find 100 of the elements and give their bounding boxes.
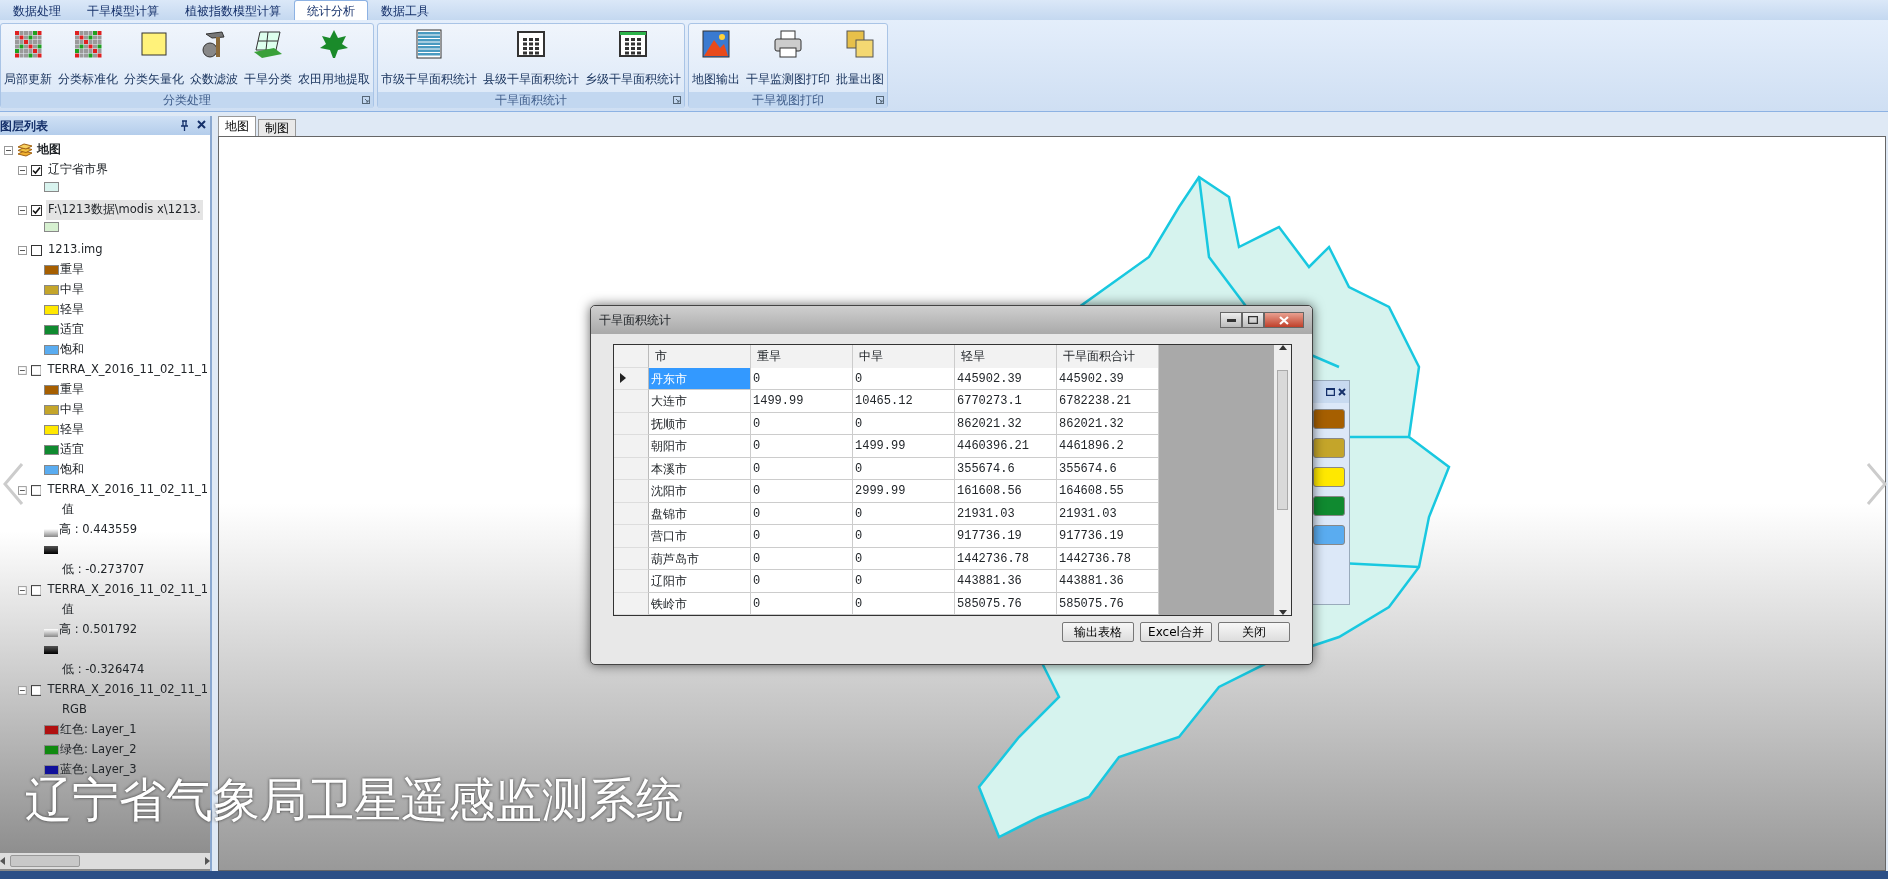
scroll-left-icon[interactable] [0, 857, 6, 865]
row-header[interactable] [614, 367, 649, 390]
table-cell: 1499.99 [853, 435, 955, 458]
ribbon-button[interactable]: 地图输出 [689, 24, 743, 92]
table-cell: 161608.56 [955, 480, 1057, 503]
ribbon-button[interactable]: 乡级干旱面积统计 [582, 24, 684, 92]
color-swatch-button[interactable] [1313, 496, 1345, 516]
legend-label: 低 : -0.273707 [62, 561, 145, 579]
ribbon-tab[interactable]: 数据工具 [368, 0, 442, 20]
checkbox[interactable] [31, 244, 42, 256]
checkbox[interactable] [30, 584, 42, 596]
view-tab[interactable]: 制图 [258, 119, 296, 136]
legend-label: 中旱 [60, 401, 84, 419]
scroll-thumb[interactable] [10, 855, 80, 867]
color-swatch-button[interactable] [1313, 409, 1345, 429]
layer-name[interactable]: TERRA_X_2016_11_02_11_1 [45, 360, 210, 380]
restore-button[interactable] [1242, 312, 1264, 328]
scroll-up-icon[interactable] [1278, 345, 1287, 350]
table-cell: 6782238.21 [1057, 390, 1159, 413]
collapse-icon[interactable] [18, 685, 27, 695]
grid-corner [614, 345, 649, 368]
collapse-icon[interactable] [18, 165, 27, 175]
column-header[interactable]: 中旱 [853, 345, 955, 368]
vertical-scrollbar[interactable] [1274, 345, 1291, 615]
color-swatch-button[interactable] [1313, 467, 1345, 487]
pixel-grid-icon[interactable] [12, 28, 44, 60]
table-cell: 917736.19 [1057, 525, 1159, 548]
picture-icon[interactable] [700, 28, 732, 60]
ramp-swatch [44, 528, 58, 537]
table-cell: 0 [751, 502, 853, 525]
collapse-icon[interactable] [18, 585, 27, 595]
column-header[interactable]: 重旱 [751, 345, 853, 368]
collapse-icon[interactable] [18, 205, 27, 215]
right-chevron-icon[interactable] [1866, 462, 1888, 506]
color-swatch-button[interactable] [1313, 438, 1345, 458]
minimize-button[interactable] [1220, 312, 1242, 328]
checkbox[interactable] [31, 164, 42, 176]
table-lines-icon[interactable] [413, 28, 445, 60]
table-icon[interactable] [617, 28, 649, 60]
close-icon[interactable] [1338, 388, 1346, 396]
color-swatch-button[interactable] [1313, 525, 1345, 545]
ribbon-button[interactable]: 县级干旱面积统计 [480, 24, 582, 92]
horizontal-scrollbar[interactable] [0, 853, 210, 869]
ribbon-tab[interactable]: 统计分析 [294, 0, 368, 20]
scroll-right-icon[interactable] [204, 857, 210, 865]
ribbon-button[interactable]: 干旱分类 [241, 24, 295, 92]
checkbox[interactable] [30, 484, 42, 496]
layer-name[interactable]: TERRA_X_2016_11_02_11_1 [45, 480, 210, 500]
table-cell: 164608.55 [1057, 480, 1159, 503]
layer-name[interactable]: 1213.img [46, 240, 105, 260]
table-cell: 585075.76 [955, 592, 1057, 615]
group-title: 干旱面积统计 [495, 92, 567, 109]
ribbon-button[interactable]: 农田用地提取 [295, 24, 373, 92]
dialog-button[interactable]: 关闭 [1218, 622, 1290, 642]
close-icon[interactable] [197, 120, 206, 129]
checkbox[interactable] [31, 204, 42, 216]
ribbon-button[interactable]: 分类矢量化 [121, 24, 187, 92]
column-header[interactable]: 轻旱 [955, 345, 1057, 368]
ribbon-button[interactable]: 市级干旱面积统计 [378, 24, 480, 92]
column-header[interactable]: 干旱面积合计 [1057, 345, 1159, 368]
ribbon-button[interactable]: 批量出图 [833, 24, 887, 92]
printer-icon[interactable] [772, 28, 804, 60]
ribbon-button[interactable]: 局部更新 [1, 24, 55, 92]
grid-tiles-icon[interactable] [252, 28, 284, 60]
pin-icon[interactable] [180, 120, 189, 131]
column-header[interactable]: 市 [649, 345, 751, 368]
ribbon-button[interactable]: 干旱监测图打印 [743, 24, 833, 92]
ribbon-button[interactable]: 分类标准化 [55, 24, 121, 92]
maximize-icon[interactable] [1326, 388, 1335, 396]
table-icon[interactable] [515, 28, 547, 60]
checkbox[interactable] [30, 364, 42, 376]
layer-name[interactable]: TERRA_X_2016_11_02_11_1 [45, 680, 210, 700]
dialog-launcher-icon[interactable] [673, 96, 681, 104]
collapse-icon[interactable] [4, 145, 13, 155]
tree-label[interactable]: 地图 [37, 141, 61, 159]
legend-label: 绿色: Layer_2 [60, 741, 137, 759]
dialog-button[interactable]: Excel合并 [1140, 622, 1212, 642]
overlapping-squares-icon[interactable] [844, 28, 876, 60]
pixel-grid-icon[interactable] [72, 28, 104, 60]
checkbox[interactable] [30, 684, 42, 696]
ribbon-button[interactable]: 众数滤波 [187, 24, 241, 92]
legend-label: 高 : 0.501792 [59, 621, 138, 639]
ribbon-tab[interactable]: 干旱模型计算 [74, 0, 172, 20]
dialog-launcher-icon[interactable] [876, 96, 884, 104]
table-cell: 0 [751, 367, 853, 390]
layer-name[interactable]: F:\1213数据\modis x\1213. [46, 200, 203, 220]
dialog-launcher-icon[interactable] [362, 96, 370, 104]
layer-name[interactable]: 辽宁省市界 [46, 160, 110, 180]
view-tab[interactable]: 地图 [218, 116, 256, 136]
collapse-icon[interactable] [18, 365, 27, 375]
layer-name[interactable]: TERRA_X_2016_11_02_11_1 [45, 580, 210, 600]
scroll-thumb[interactable] [1277, 370, 1288, 510]
scroll-down-icon[interactable] [1278, 610, 1287, 615]
table-cell: 抚顺市 [649, 412, 751, 435]
collapse-icon[interactable] [18, 245, 27, 255]
close-button[interactable] [1264, 312, 1304, 328]
ribbon-tab[interactable]: 植被指数模型计算 [172, 0, 294, 20]
collapse-icon[interactable] [18, 485, 27, 495]
dialog-button[interactable]: 输出表格 [1062, 622, 1134, 642]
ribbon-tab[interactable]: 数据处理 [0, 0, 74, 20]
